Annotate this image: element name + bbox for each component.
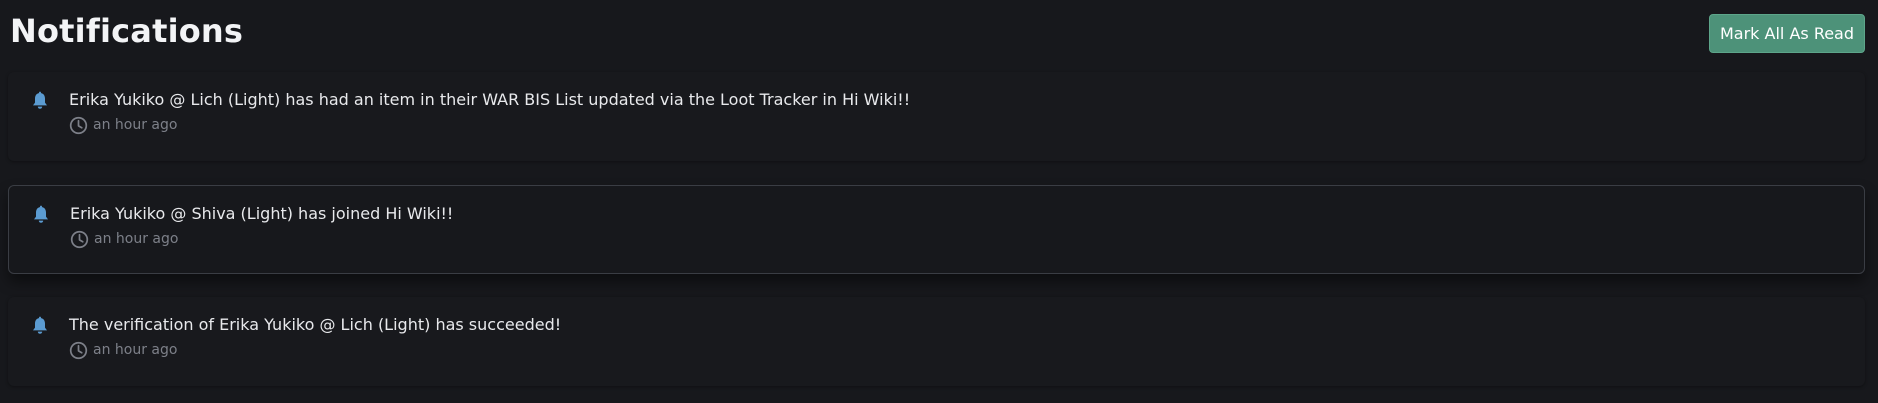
bell-icon bbox=[31, 205, 51, 225]
notification-message: Erika Yukiko @ Lich (Light) has had an i… bbox=[69, 90, 911, 109]
notification-timestamp: an hour ago bbox=[94, 231, 179, 247]
notification-time-row: an hour ago bbox=[69, 115, 177, 135]
bell-icon bbox=[30, 316, 50, 336]
notification-item[interactable]: The verification of Erika Yukiko @ Lich … bbox=[8, 297, 1865, 386]
notification-message: Erika Yukiko @ Shiva (Light) has joined … bbox=[70, 204, 454, 223]
clock-icon bbox=[70, 230, 89, 249]
notification-message: The verification of Erika Yukiko @ Lich … bbox=[69, 315, 562, 334]
page-title: Notifications bbox=[10, 12, 244, 50]
notifications-page: Notifications Mark All As Read Erika Yuk… bbox=[0, 0, 1878, 403]
notification-item[interactable]: Erika Yukiko @ Shiva (Light) has joined … bbox=[8, 185, 1865, 274]
mark-all-as-read-button[interactable]: Mark All As Read bbox=[1709, 14, 1865, 53]
notification-time-row: an hour ago bbox=[70, 229, 178, 249]
notification-item[interactable]: Erika Yukiko @ Lich (Light) has had an i… bbox=[8, 72, 1865, 161]
notification-timestamp: an hour ago bbox=[93, 342, 178, 358]
bell-icon bbox=[30, 91, 50, 111]
notification-time-row: an hour ago bbox=[69, 340, 177, 360]
clock-icon bbox=[69, 116, 88, 135]
notification-timestamp: an hour ago bbox=[93, 117, 178, 133]
clock-icon bbox=[69, 341, 88, 360]
